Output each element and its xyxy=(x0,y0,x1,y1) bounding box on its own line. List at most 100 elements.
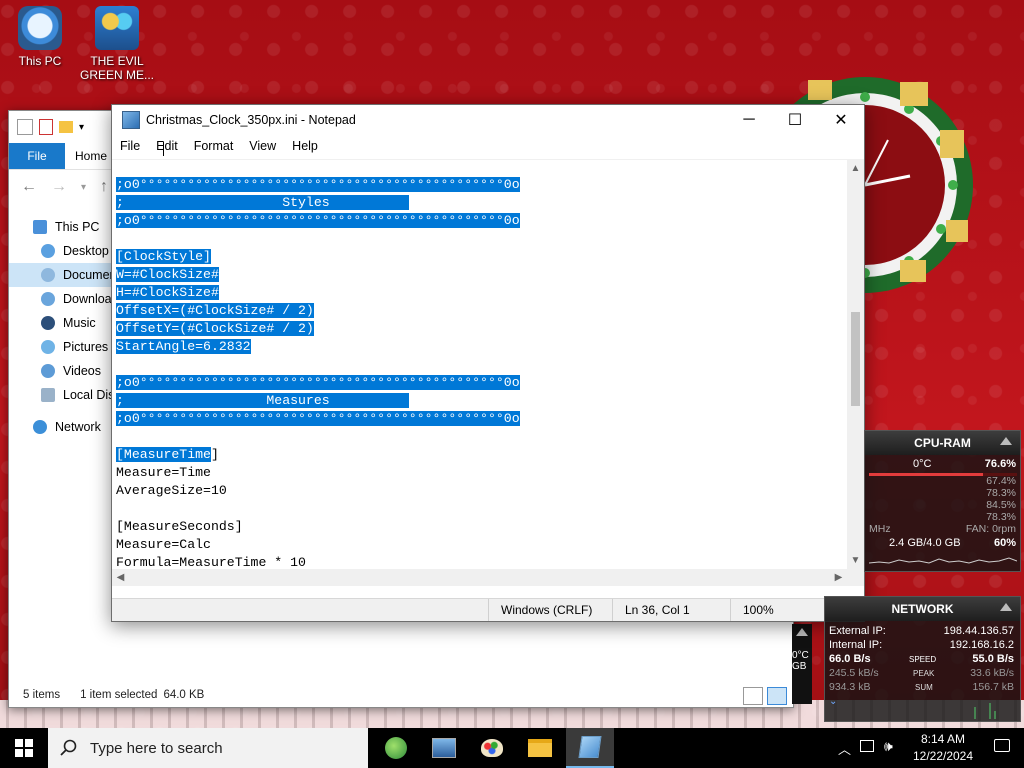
forward-arrow-icon[interactable]: → xyxy=(51,178,67,196)
total-download: 934.3 kB xyxy=(829,681,871,693)
customize-qat-icon[interactable]: ▾ xyxy=(79,122,84,133)
selected-text: OffsetY=(#ClockSize# / 2) xyxy=(116,321,314,336)
users-icon xyxy=(95,6,139,50)
nav-item-music[interactable]: Music xyxy=(9,311,119,335)
text-line: ;o0°°°°°°°°°°°°°°°°°°°°°°°°°°°°°°°°°°°°°… xyxy=(116,410,846,428)
menu-file[interactable]: File xyxy=(112,139,148,153)
details-view-icon[interactable] xyxy=(743,687,763,705)
selected-text: ; Measures xyxy=(116,393,409,408)
cpu-ram-widget[interactable]: CPU-RAM 0°C 76.6% 67.4% 78.3% 84.5% 78.3… xyxy=(864,430,1021,572)
scroll-up-icon[interactable]: ▲ xyxy=(847,160,864,177)
partial-widget-unit: GB xyxy=(792,661,807,672)
nav-item-network[interactable]: Network xyxy=(9,415,119,439)
taskbar-search-box[interactable]: Type here to search xyxy=(48,728,368,768)
menu-edit[interactable]: Edit xyxy=(148,139,186,153)
volume-icon[interactable]: 🕪 xyxy=(884,738,893,755)
taskbar-app-paint[interactable] xyxy=(468,728,516,768)
start-button[interactable] xyxy=(0,728,48,768)
vertical-scroll-thumb[interactable] xyxy=(851,312,860,406)
download-speed: 66.0 B/s xyxy=(829,653,871,665)
network-status-icon[interactable] xyxy=(860,740,874,752)
desktop-icon-this-pc[interactable]: This PC xyxy=(0,6,80,68)
text-content: ] xyxy=(210,447,219,462)
cpu-ram-title: CPU-RAM xyxy=(914,436,971,450)
close-button[interactable]: ✕ xyxy=(818,105,864,135)
taskbar-app-leaf[interactable] xyxy=(372,728,420,768)
nav-item-downloads[interactable]: Downloads xyxy=(9,287,119,311)
desktop-icon-label: This PC xyxy=(18,54,62,68)
expand-graph-icon[interactable]: ⌄ xyxy=(829,696,837,707)
editor-text[interactable]: ;o0°°°°°°°°°°°°°°°°°°°°°°°°°°°°°°°°°°°°°… xyxy=(116,176,846,568)
navigation-pane: This PC Desktop Documents Downloads Musi… xyxy=(9,215,119,439)
large-icons-view-icon[interactable] xyxy=(767,687,787,705)
menu-view[interactable]: View xyxy=(241,139,284,153)
nav-item-local-disk[interactable]: Local Disk xyxy=(9,383,119,407)
cursor-position-status: Ln 36, Col 1 xyxy=(612,599,729,621)
total-upload: 156.7 kB xyxy=(972,681,1014,693)
maximize-button[interactable]: ☐ xyxy=(772,105,818,135)
back-arrow-icon[interactable]: ← xyxy=(21,178,37,196)
taskbar-clock[interactable]: 8:14 AM 12/22/2024 xyxy=(908,731,978,765)
text-line: Formula=MeasureTime * 10 xyxy=(116,554,846,568)
text-content: Measure=Time xyxy=(116,465,211,480)
taskbar-app-file-explorer[interactable] xyxy=(516,728,564,768)
properties-icon[interactable] xyxy=(39,119,53,135)
scroll-right-icon[interactable]: ▶ xyxy=(830,569,847,586)
text-line: Measure=Time xyxy=(116,464,846,482)
tab-file[interactable]: File xyxy=(9,143,65,169)
up-arrow-icon[interactable]: ↑ xyxy=(100,178,108,196)
explorer-statusbar: 5 items 1 item selected 64.0 KB xyxy=(9,683,793,707)
minimize-button[interactable]: ─ xyxy=(726,105,772,135)
nav-item-this-pc[interactable]: This PC xyxy=(9,215,119,239)
notepad-window[interactable]: Christmas_Clock_350px.ini - Notepad ─ ☐ … xyxy=(111,104,865,622)
menu-format[interactable]: Format xyxy=(186,139,242,153)
vertical-scrollbar[interactable]: ▲ ▼ xyxy=(847,160,864,569)
taskbar-app-computer[interactable] xyxy=(420,728,468,768)
documents-icon xyxy=(41,268,55,282)
recent-locations-icon[interactable]: ▾ xyxy=(81,182,86,193)
selected-text: W=#ClockSize# xyxy=(116,267,219,282)
text-line xyxy=(116,230,846,248)
text-line: OffsetX=(#ClockSize# / 2) xyxy=(116,302,846,320)
text-editor-area[interactable]: ;o0°°°°°°°°°°°°°°°°°°°°°°°°°°°°°°°°°°°°°… xyxy=(112,159,864,586)
nav-item-pictures[interactable]: Pictures xyxy=(9,335,119,359)
notifications-icon[interactable] xyxy=(994,739,1010,752)
partial-widget-up-icon[interactable] xyxy=(796,628,808,636)
paint-palette-icon xyxy=(481,739,503,757)
nav-item-documents[interactable]: Documents xyxy=(9,263,119,287)
text-line: [ClockStyle] xyxy=(116,248,846,266)
clock-date: 12/22/2024 xyxy=(912,749,974,763)
folder-icon xyxy=(528,739,552,757)
disk-icon xyxy=(41,388,55,402)
selected-text: [MeasureTime xyxy=(116,447,211,462)
new-folder-icon[interactable] xyxy=(59,121,73,133)
text-line: ;o0°°°°°°°°°°°°°°°°°°°°°°°°°°°°°°°°°°°°°… xyxy=(116,176,846,194)
text-content: Measure=Calc xyxy=(116,537,211,552)
taskbar-app-notepad[interactable] xyxy=(566,728,614,768)
search-placeholder: Type here to search xyxy=(90,739,223,757)
horizontal-scrollbar[interactable]: ◀ ▶ xyxy=(112,569,847,586)
text-line: ; Measures xyxy=(116,392,846,410)
scroll-down-icon[interactable]: ▼ xyxy=(847,552,864,569)
nav-item-videos[interactable]: Videos xyxy=(9,359,119,383)
network-widget[interactable]: NETWORK External IP: 198.44.136.57 Inter… xyxy=(824,596,1021,722)
tab-home[interactable]: Home xyxy=(65,143,117,169)
notepad-titlebar[interactable]: Christmas_Clock_350px.ini - Notepad ─ ☐ … xyxy=(112,105,864,135)
collapse-icon[interactable] xyxy=(1000,437,1012,445)
upload-speed: 55.0 B/s xyxy=(972,653,1014,665)
quick-access-icon[interactable] xyxy=(17,119,33,135)
green-leaf-app-icon xyxy=(385,737,407,759)
notepad-app-icon xyxy=(578,736,602,758)
collapse-icon[interactable] xyxy=(1000,603,1012,611)
scroll-left-icon[interactable]: ◀ xyxy=(112,569,129,586)
show-hidden-icons-icon[interactable]: ︿ xyxy=(838,739,851,758)
network-header: NETWORK xyxy=(825,597,1020,621)
menu-help[interactable]: Help xyxy=(284,139,326,153)
notepad-statusbar: Windows (CRLF) Ln 36, Col 1 100% xyxy=(112,598,864,621)
desktop-icon-evil-green[interactable]: THE EVIL GREEN ME... xyxy=(76,6,158,82)
nav-item-desktop[interactable]: Desktop xyxy=(9,239,119,263)
sum-label: SUM xyxy=(915,683,933,692)
zoom-status: 100% xyxy=(730,599,803,621)
computer-app-icon xyxy=(432,738,456,758)
text-content: AverageSize=10 xyxy=(116,483,227,498)
